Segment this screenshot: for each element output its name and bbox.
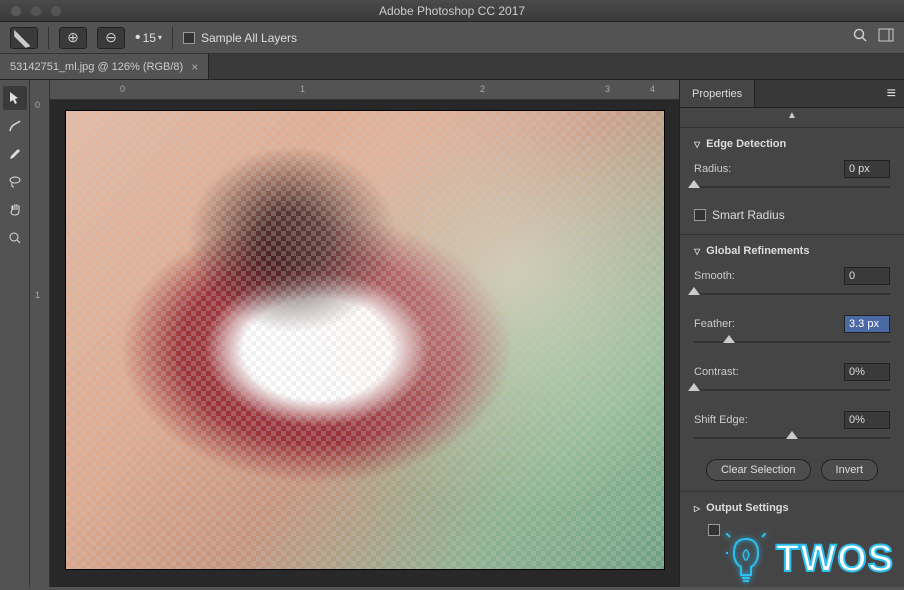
brush-size-display[interactable]: • 15 ▾ [135,29,162,47]
hand-tool[interactable] [3,198,27,222]
canvas-area: 0 1 0 1 2 3 4 [30,80,679,587]
smooth-label: Smooth: [694,270,735,282]
ruler-vertical[interactable]: 0 1 [30,80,50,587]
ruler-tick: 3 [605,84,610,94]
lasso-tool[interactable] [3,170,27,194]
sample-all-layers-checkbox[interactable]: Sample All Layers [183,31,297,45]
workspace-icon[interactable] [878,27,894,48]
refine-edge-brush-tool[interactable] [3,114,27,138]
divider [172,27,173,49]
smart-radius-label: Smart Radius [712,208,785,222]
slider-thumb[interactable] [688,180,700,188]
smart-radius-checkbox[interactable]: Smart Radius [694,208,890,222]
close-tab-icon[interactable]: × [191,60,198,74]
smart-radius-input[interactable] [694,209,706,221]
properties-panel: Properties ≡ ▲ ▽ Edge Detection Radius: … [679,80,904,587]
watermark: TWOS [726,533,894,585]
document-tab[interactable]: 53142751_ml.jpg @ 126% (RGB/8) × [0,54,209,79]
lightbulb-icon [726,533,766,585]
ruler-tick: 4 [650,84,655,94]
divider [48,27,49,49]
global-refinements-section: ▽ Global Refinements Smooth: Feather: Co… [680,234,904,491]
invert-button[interactable]: Invert [821,459,879,481]
smooth-slider[interactable] [694,289,890,303]
output-option-input[interactable] [708,524,720,536]
document-image [65,110,665,570]
contrast-input[interactable] [844,363,890,381]
chevron-down-icon: ▽ [694,140,700,149]
feather-row: Feather: [694,315,890,333]
clear-selection-button[interactable]: Clear Selection [706,459,811,481]
slider-thumb[interactable] [688,383,700,391]
radius-row: Radius: [694,160,890,178]
ruler-tick: 2 [480,84,485,94]
radius-label: Radius: [694,163,731,175]
sample-all-layers-input[interactable] [183,32,195,44]
feather-input[interactable] [844,315,890,333]
properties-tab[interactable]: Properties [680,80,755,107]
quick-select-tool[interactable] [3,86,27,110]
slider-track [694,389,890,391]
main-area: 0 1 0 1 2 3 4 Properties ≡ ▲ ▽ [0,80,904,587]
output-settings-section: ▷ Output Settings [680,491,904,536]
feather-label: Feather: [694,318,735,330]
chevron-down-icon: ▽ [694,247,700,256]
slider-thumb[interactable] [688,287,700,295]
radius-slider[interactable] [694,182,890,196]
brush-tool[interactable] [3,142,27,166]
chevron-right-icon: ▷ [694,504,700,513]
smooth-row: Smooth: [694,267,890,285]
shift-edge-label: Shift Edge: [694,414,748,426]
tools-panel [0,80,30,587]
slider-thumb[interactable] [786,431,798,439]
panel-tabs: Properties ≡ [680,80,904,108]
ruler-tick: 0 [35,100,40,110]
app-title: Adobe Photoshop CC 2017 [0,4,904,18]
slider-thumb[interactable] [723,335,735,343]
slider-track [694,293,890,295]
panel-menu-icon[interactable]: ≡ [879,85,904,103]
refinement-buttons: Clear Selection Invert [694,459,890,481]
contrast-slider[interactable] [694,385,890,399]
document-tab-label: 53142751_ml.jpg @ 126% (RGB/8) [10,61,183,73]
global-refinements-header[interactable]: ▽ Global Refinements [694,245,890,257]
document-tabs: 53142751_ml.jpg @ 126% (RGB/8) × [0,54,904,80]
options-bar: ⊕ ⊖ • 15 ▾ Sample All Layers [0,22,904,54]
radius-input[interactable] [844,160,890,178]
watermark-text: TWOS [776,538,894,581]
slider-track [694,186,890,188]
brush-size-value: 15 [143,31,156,45]
feather-slider[interactable] [694,337,890,351]
output-settings-header[interactable]: ▷ Output Settings [694,502,890,514]
zoom-tool[interactable] [3,226,27,250]
image-content[interactable] [50,100,679,587]
edge-detection-section: ▽ Edge Detection Radius: Smart Radius [680,127,904,234]
section-title: Edge Detection [706,138,786,150]
panel-collapse-up-icon[interactable]: ▲ [680,108,904,127]
section-title: Global Refinements [706,245,809,257]
shift-edge-slider[interactable] [694,433,890,447]
shift-edge-row: Shift Edge: [694,411,890,429]
subtract-from-selection-button[interactable]: ⊖ [97,27,125,49]
tool-preset-picker[interactable] [10,27,38,49]
ruler-tick: 1 [35,290,40,300]
edge-detection-header[interactable]: ▽ Edge Detection [694,138,890,150]
add-to-selection-button[interactable]: ⊕ [59,27,87,49]
search-icon[interactable] [852,27,868,48]
ruler-tick: 0 [120,84,125,94]
titlebar: Adobe Photoshop CC 2017 [0,0,904,22]
canvas[interactable] [50,100,679,587]
contrast-row: Contrast: [694,363,890,381]
sample-all-layers-label: Sample All Layers [201,31,297,45]
ruler-tick: 1 [300,84,305,94]
transparency-overlay [66,111,664,569]
contrast-label: Contrast: [694,366,739,378]
smooth-input[interactable] [844,267,890,285]
section-title: Output Settings [706,502,789,514]
shift-edge-input[interactable] [844,411,890,429]
ruler-horizontal[interactable]: 0 1 2 3 4 [50,80,679,100]
